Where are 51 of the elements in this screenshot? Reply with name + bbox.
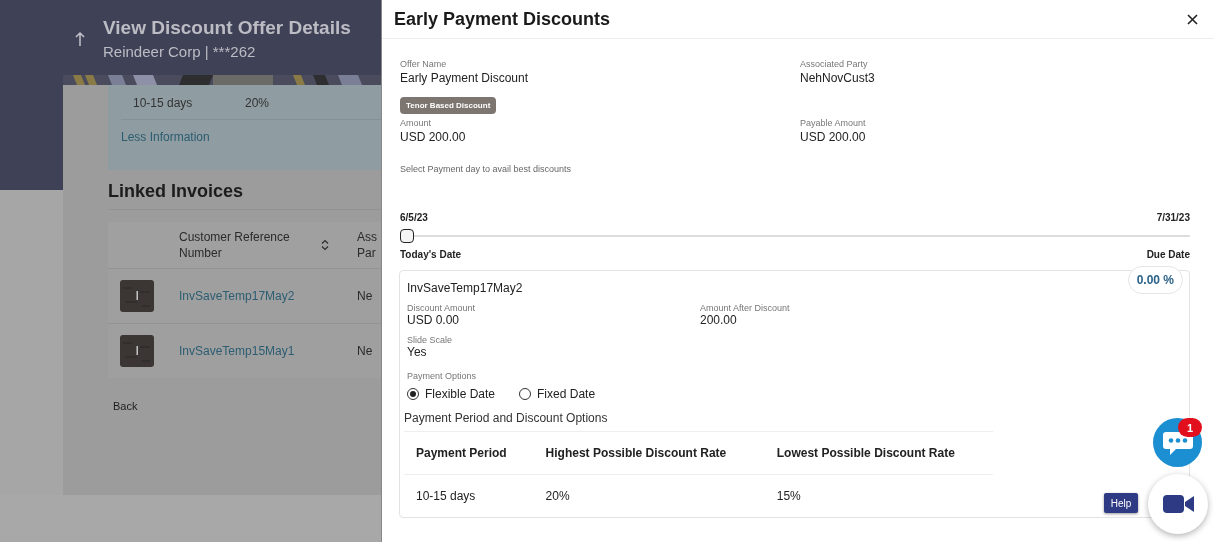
discount-type-tag: Tenor Based Discount [400, 97, 497, 114]
table-cell: 20% [245, 96, 270, 110]
page-title: View Discount Offer Details [103, 17, 351, 39]
table-title: Payment Period and Discount Options [404, 411, 609, 425]
back-button[interactable]: Back [113, 400, 138, 412]
sort-icon [321, 239, 329, 251]
column-header: Customer Reference Number [179, 229, 291, 261]
end-date-label: 7/31/23 [1156, 212, 1190, 223]
field-label: Associated Party [800, 59, 869, 69]
column-header: Ass Par [357, 229, 378, 261]
field-label: Slide Scale [407, 335, 454, 345]
field-value: Yes [407, 345, 428, 359]
page-subtitle: Reindeer Corp | ***262 [103, 43, 257, 60]
table-cell-text: 10-15 days [133, 96, 194, 110]
column-header: Highest Possible Discount Rate [533, 431, 765, 475]
column-header: Payment Period [404, 431, 534, 475]
close-icon [1187, 13, 1198, 25]
field-label: Offer Name [400, 59, 448, 69]
discount-percent-badge: 0.00 % [1127, 266, 1183, 294]
close-button[interactable] [1185, 11, 1200, 27]
modal-title: Early Payment Discounts [394, 8, 611, 30]
thumbnail-icon [120, 280, 154, 312]
field-label: Amount After Discount [700, 303, 791, 313]
help-button[interactable]: Help [1104, 493, 1138, 513]
column-header: Lowest Possible Discount Rate [764, 431, 993, 475]
field-value: 200.00 [700, 313, 738, 327]
thumbnail-icon [120, 335, 154, 367]
field-label: Payment Options [407, 371, 478, 381]
field-value: USD 200.00 [800, 130, 867, 144]
radio-option[interactable]: Flexible Date [407, 387, 496, 401]
up-arrow-icon [75, 31, 85, 47]
video-camera-icon [1162, 495, 1194, 513]
slider-caption: Due Date [1146, 249, 1190, 260]
hint-text: Select Payment day to avail best discounts [400, 164, 573, 174]
field-value: Early Payment Discount [400, 71, 530, 85]
table-cell: 15% [764, 474, 993, 517]
invoice-reference: InvSaveTemp17May2 [407, 281, 524, 295]
start-date-label: 6/5/23 [400, 212, 428, 223]
radio-option[interactable]: Fixed Date [519, 387, 596, 401]
table-cell: 10-15 days [404, 474, 534, 517]
field-label: Payable Amount [800, 118, 867, 128]
field-value: NehNovCust3 [800, 71, 876, 85]
table-cell: 20% [533, 474, 765, 517]
table-cell-text: Ne [357, 344, 374, 358]
slider-thumb[interactable] [400, 229, 414, 243]
field-label: Amount [400, 118, 433, 128]
field-value: USD 200.00 [400, 130, 467, 144]
table-cell-text: Ne [357, 289, 374, 303]
field-label: Discount Amount [407, 303, 477, 313]
slider-caption: Today's Date [400, 249, 462, 260]
field-value: USD 0.00 [407, 313, 461, 327]
